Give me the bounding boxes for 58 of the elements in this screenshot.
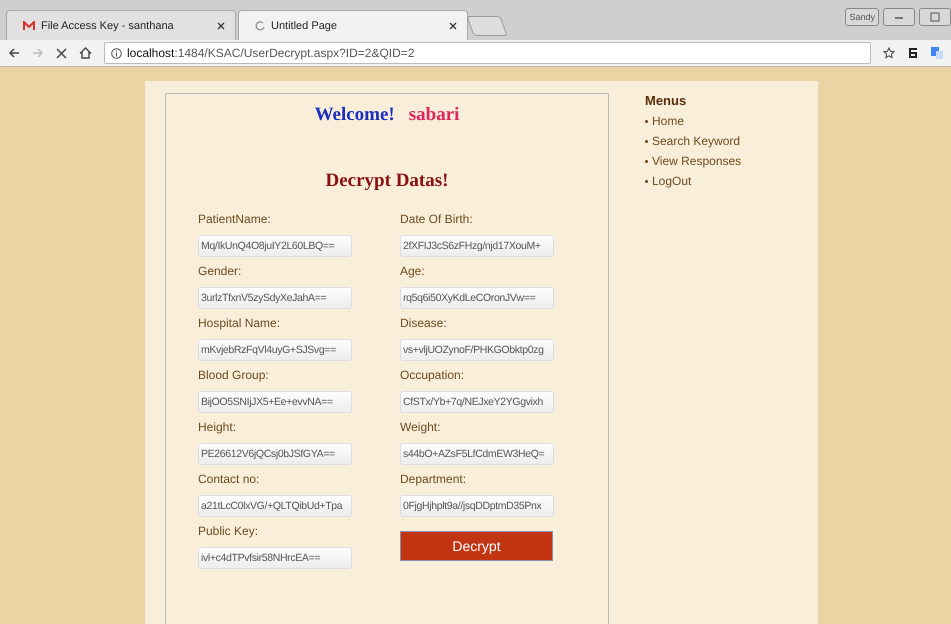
input-field[interactable]: ivl+c4dTPvfsir58NHrcEA== bbox=[198, 547, 352, 569]
input-field[interactable]: CfSTx/Yb+7q/NEJxeY2YGgvixh bbox=[400, 391, 554, 413]
menu-title: Menus bbox=[645, 93, 688, 108]
field-label: PatientName: bbox=[198, 212, 271, 226]
extension-icon[interactable] bbox=[907, 47, 919, 59]
menu-link[interactable]: Home bbox=[652, 114, 684, 128]
loading-icon bbox=[255, 20, 265, 30]
url-text: localhost:1484/KSAC/UserDecrypt.aspx?ID=2&QID=2 bbox=[127, 46, 414, 60]
maximize-icon bbox=[930, 12, 940, 22]
input-field[interactable]: s44bO+AZsF5LfCdmEW3HeQ= bbox=[400, 443, 554, 465]
new-tab-button[interactable] bbox=[466, 16, 508, 36]
bullet-icon bbox=[645, 160, 648, 162]
star-icon[interactable] bbox=[883, 47, 895, 59]
field-label: Occupation: bbox=[400, 368, 464, 382]
field-label: Blood Group: bbox=[198, 368, 269, 382]
input-field[interactable]: 0FjgHjhplt9a//jsqDDptmD35Pnx bbox=[400, 495, 554, 517]
field-label: Weight: bbox=[400, 420, 440, 434]
back-icon[interactable] bbox=[8, 47, 20, 59]
field-label: Public Key: bbox=[198, 524, 258, 538]
home-icon[interactable] bbox=[79, 47, 92, 59]
field-label: Date Of Birth: bbox=[400, 212, 473, 226]
input-field[interactable]: PE26612V6jQCsj0bJSfGYA== bbox=[198, 443, 352, 465]
maximize-button[interactable] bbox=[919, 8, 951, 26]
input-field[interactable]: mKvjebRzFqVl4uyG+SJSvg== bbox=[198, 339, 352, 361]
close-icon[interactable] bbox=[449, 22, 457, 30]
browser-tab[interactable]: File Access Key - santhana bbox=[6, 10, 236, 40]
field-label: Disease: bbox=[400, 316, 447, 330]
close-icon[interactable] bbox=[217, 22, 225, 30]
form-title: Decrypt Datas! bbox=[326, 170, 448, 192]
input-field[interactable]: a21tLcC0lxVG/+QLTQibUd+Tpa bbox=[198, 495, 352, 517]
input-field[interactable]: rq5q6i50XyKdLeCOronJVw== bbox=[400, 287, 554, 309]
welcome-text: Welcome! bbox=[314, 104, 395, 126]
bullet-icon bbox=[645, 140, 648, 142]
field-label: Height: bbox=[198, 420, 236, 434]
profile-button[interactable]: Sandy bbox=[845, 8, 879, 26]
menu-link[interactable]: View Responses bbox=[652, 154, 742, 168]
field-label: Hospital Name: bbox=[198, 316, 280, 330]
menu-link[interactable]: Search Keyword bbox=[652, 134, 740, 148]
input-field[interactable]: vs+vljUOZynoF/PHKGObktp0zg bbox=[400, 339, 554, 361]
mail-icon bbox=[23, 20, 35, 30]
translate-icon[interactable] bbox=[931, 47, 943, 59]
field-label: Age: bbox=[400, 264, 425, 278]
field-label: Contact no: bbox=[198, 472, 260, 486]
field-label: Gender: bbox=[198, 264, 242, 278]
address-field[interactable]: localhost:1484/KSAC/UserDecrypt.aspx?ID=2&QID=2 bbox=[104, 42, 871, 64]
close-icon[interactable] bbox=[56, 48, 67, 58]
bullet-icon bbox=[645, 180, 648, 182]
input-field[interactable]: BijOO5SNIjJX5+Ee+evvNA== bbox=[198, 391, 352, 413]
info-icon[interactable] bbox=[111, 48, 122, 58]
browser-tab[interactable]: Untitled Page bbox=[238, 10, 468, 40]
input-field[interactable]: 3urlzTfxnV5zySdyXeJahA== bbox=[198, 287, 352, 309]
input-field[interactable]: 2fXFIJ3cS6zFHzg/njd17XouM+ bbox=[400, 235, 554, 257]
bullet-icon bbox=[645, 120, 648, 122]
user-name: sabari bbox=[408, 104, 460, 126]
menu-link[interactable]: LogOut bbox=[652, 174, 692, 188]
input-field[interactable]: Mq/IkUnQ4O8juIY2L60LBQ== bbox=[198, 235, 352, 257]
field-label: Department: bbox=[400, 472, 466, 486]
decrypt-button[interactable]: Decrypt bbox=[400, 531, 553, 561]
